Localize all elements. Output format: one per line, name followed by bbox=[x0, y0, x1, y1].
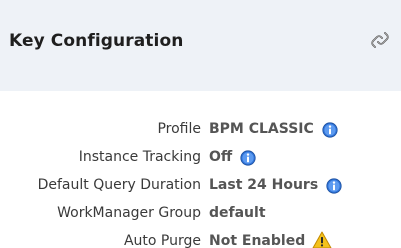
config-label: Instance Tracking bbox=[78, 149, 201, 165]
config-label: Auto Purge bbox=[123, 233, 201, 248]
warning-icon bbox=[312, 231, 332, 248]
config-value-text: BPM CLASSIC bbox=[209, 121, 314, 137]
panel-header: Key Configuration bbox=[0, 0, 401, 91]
config-value-text: default bbox=[209, 205, 266, 221]
chain-link-icon[interactable] bbox=[369, 28, 391, 52]
config-value: Off bbox=[209, 149, 256, 166]
config-row-auto-purge: Auto Purge Not Enabled bbox=[0, 229, 401, 248]
config-value-text: Not Enabled bbox=[209, 233, 306, 248]
config-value: BPM CLASSIC bbox=[209, 121, 338, 138]
config-value: Not Enabled bbox=[209, 231, 332, 248]
config-row-default-query-duration: Default Query Duration Last 24 Hours bbox=[0, 173, 401, 201]
config-label: Profile bbox=[157, 121, 201, 137]
key-configuration-panel: Key Configuration Profile BPM CLASSIC In… bbox=[0, 0, 401, 248]
config-value-text: Off bbox=[209, 149, 233, 165]
panel-title: Key Configuration bbox=[9, 31, 184, 51]
config-row-workmanager-group: WorkManager Group default bbox=[0, 201, 401, 229]
config-row-profile: Profile BPM CLASSIC bbox=[0, 117, 401, 145]
info-icon[interactable] bbox=[326, 177, 342, 194]
config-value: Last 24 Hours bbox=[209, 177, 342, 194]
config-value-text: Last 24 Hours bbox=[209, 177, 319, 193]
info-icon[interactable] bbox=[240, 149, 256, 166]
config-label: Default Query Duration bbox=[37, 177, 201, 193]
config-value: default bbox=[209, 205, 266, 222]
config-row-instance-tracking: Instance Tracking Off bbox=[0, 145, 401, 173]
info-icon[interactable] bbox=[322, 121, 338, 138]
config-label: WorkManager Group bbox=[57, 205, 201, 221]
configuration-list: Profile BPM CLASSIC Instance Tracking Of… bbox=[0, 117, 401, 248]
